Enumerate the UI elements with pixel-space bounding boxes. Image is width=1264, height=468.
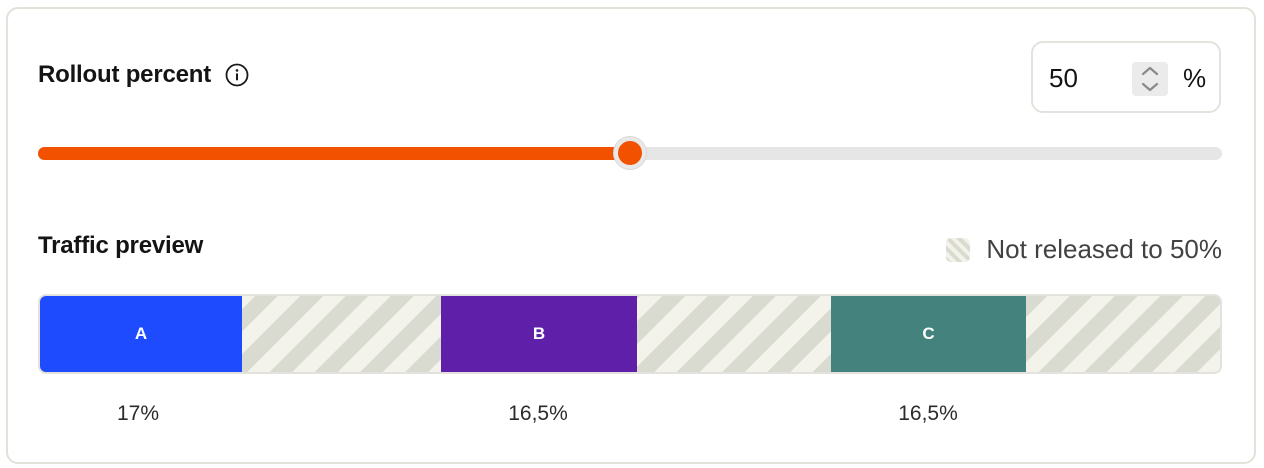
segment-a-share: 17% bbox=[116, 402, 160, 425]
segment-a-label: A bbox=[134, 324, 148, 343]
rollout-percent-field[interactable]: % bbox=[1031, 41, 1221, 113]
traffic-bar: A B C bbox=[38, 294, 1222, 374]
segment-c-share: 16,5% bbox=[898, 402, 958, 425]
info-icon[interactable] bbox=[225, 63, 249, 87]
segment-c-label: C bbox=[922, 324, 935, 343]
rollout-percent-input[interactable] bbox=[1049, 61, 1139, 95]
striped-swatch-icon bbox=[946, 237, 971, 262]
chevron-up-icon[interactable] bbox=[1141, 66, 1159, 76]
chevron-down-icon[interactable] bbox=[1141, 82, 1159, 92]
traffic-preview-header: Traffic preview bbox=[38, 232, 203, 260]
segment-c: C bbox=[831, 296, 1026, 372]
rollout-title: Rollout percent bbox=[38, 61, 212, 88]
segment-b-share: 16,5% bbox=[508, 402, 568, 425]
slider-fill bbox=[38, 147, 630, 160]
slider-thumb[interactable] bbox=[614, 137, 646, 169]
percent-unit: % bbox=[1183, 63, 1207, 93]
segment-a: A bbox=[40, 296, 242, 372]
segment-b-label: B bbox=[532, 324, 546, 343]
rollout-header: Rollout percent bbox=[38, 61, 249, 89]
traffic-preview-title: Traffic preview bbox=[38, 232, 204, 259]
segment-b: B bbox=[441, 296, 637, 372]
legend-label: Not released to 50% bbox=[986, 234, 1222, 264]
legend: Not released to 50% bbox=[946, 234, 1222, 265]
rollout-percent-stepper[interactable] bbox=[1132, 62, 1168, 96]
rollout-slider[interactable] bbox=[38, 137, 1222, 169]
